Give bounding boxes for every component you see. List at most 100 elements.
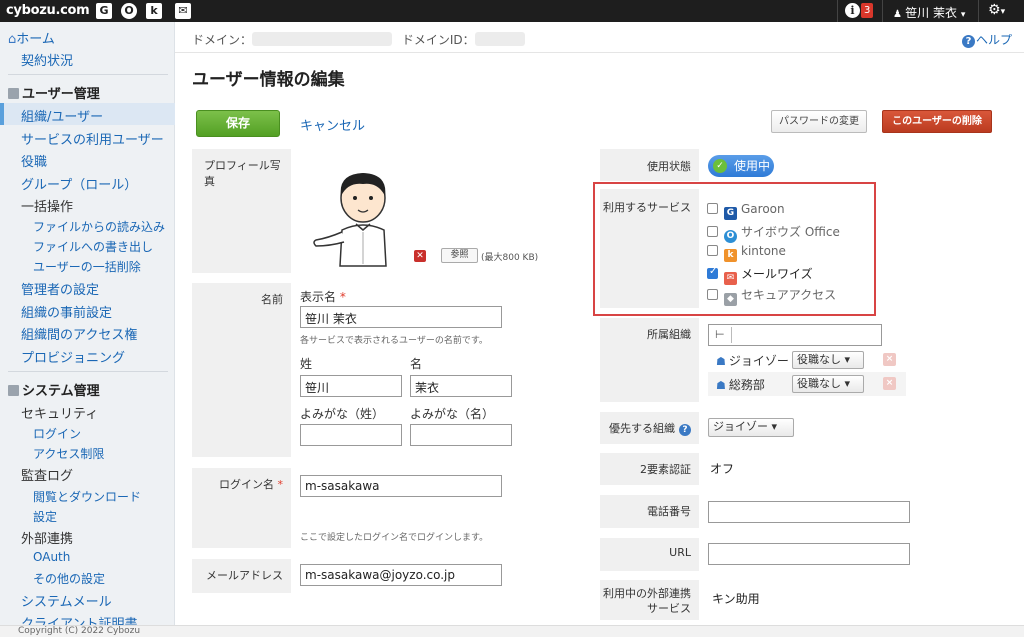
sidebar-item-audit-settings[interactable]: 設定 [33, 508, 57, 525]
org-icon: ☗ [716, 355, 726, 368]
last-kana-label: よみがな（姓） [300, 407, 385, 421]
email-input[interactable]: m-sasakawa@joyzo.co.jp [300, 564, 502, 586]
top-bar: cybozu.com G O k ✉ i 3 ♟ 笹川 茉衣 ▾ ⚙▾ [0, 0, 1024, 22]
sidebar-item-org-users[interactable]: 組織/ユーザー [21, 106, 103, 125]
browse-button[interactable]: 参照 [441, 248, 478, 263]
sidebar-item-system-mail[interactable]: システムメール [21, 591, 112, 610]
sidebar-item-bulk-delete[interactable]: ユーザーの一括削除 [33, 258, 141, 275]
service-name: Garoon [741, 202, 785, 216]
kintone-checkbox[interactable] [707, 245, 718, 256]
mail-icon[interactable]: ✉ [175, 3, 191, 19]
help-icon[interactable]: ? [679, 424, 691, 436]
phone-label-cell: 電話番号 [600, 495, 699, 528]
secure-access-checkbox[interactable] [707, 289, 718, 300]
domain-value-redacted [252, 32, 393, 46]
help-icon: ? [962, 35, 975, 48]
kintone-icon[interactable]: k [146, 3, 162, 19]
sidebar-item-provisioning[interactable]: プロビジョニング [21, 347, 125, 366]
last-name-input[interactable]: 笹川 [300, 375, 402, 397]
first-kana-input[interactable] [410, 424, 512, 446]
first-name-input[interactable]: 茉衣 [410, 375, 512, 397]
login-label: ログイン名 * [219, 478, 283, 491]
section-label: ユーザー管理 [22, 87, 100, 102]
remove-org-icon[interactable]: × [883, 377, 896, 390]
office-checkbox[interactable] [707, 226, 718, 237]
mailwise-checkbox[interactable] [707, 266, 718, 279]
role-dropdown[interactable]: 役職なし ▾ [792, 351, 864, 369]
external-services-label: 利用中の外部連携 サービス [603, 587, 691, 615]
secure-access-icon: ◆ [724, 293, 737, 306]
organization-search-input[interactable]: ⊢ [708, 324, 882, 346]
sidebar-item-contract[interactable]: 契約状況 [21, 50, 73, 69]
save-button[interactable]: 保存 [196, 110, 280, 137]
sidebar-item-access-restriction[interactable]: アクセス制限 [33, 445, 104, 462]
priority-label: 優先する組織? [609, 420, 691, 436]
change-password-button[interactable]: パスワードの変更 [771, 110, 867, 133]
two-factor-label-cell: 2要素認証 [600, 453, 699, 485]
service-row-office[interactable]: O サイボウズ Office [707, 223, 840, 243]
organization-label-cell: 所属組織 [600, 318, 699, 402]
priority-org-dropdown[interactable]: ジョイゾー ▾ [708, 418, 794, 437]
name-label: 名前 [261, 293, 283, 306]
remove-org-icon[interactable]: × [883, 353, 896, 366]
sidebar-item-service-users[interactable]: サービスの利用ユーザー [21, 129, 164, 148]
footer-copyright: Copyright (C) 2022 Cybozu [0, 625, 1024, 637]
sidebar-item-external: 外部連携 [21, 532, 74, 547]
sidebar-item-audit-view[interactable]: 閲覧とダウンロード [33, 488, 141, 505]
info-icon[interactable]: i [845, 3, 860, 18]
service-row-kintone[interactable]: k kintone [707, 244, 786, 262]
domain-id-redacted [474, 32, 525, 46]
sidebar-item-groups[interactable]: グループ（ロール） [21, 174, 137, 193]
service-row-secure-access[interactable]: ◆ セキュアアクセス [707, 286, 836, 306]
service-row-garoon[interactable]: G Garoon [707, 202, 785, 220]
sidebar-item-import[interactable]: ファイルからの読み込み [33, 218, 165, 235]
sidebar-item-oauth[interactable]: OAuth [33, 550, 70, 564]
display-name-input[interactable]: 笹川 茉衣 [300, 306, 502, 328]
chevron-down-icon: ▾ [960, 10, 966, 20]
settings-menu[interactable]: ⚙▾ [988, 2, 1005, 18]
sidebar-item-home[interactable]: ⌂ホーム [8, 28, 55, 47]
sidebar-item-export[interactable]: ファイルへの書き出し [33, 238, 153, 255]
sidebar-item-admins[interactable]: 管理者の設定 [21, 279, 99, 298]
url-label-cell: URL [600, 538, 699, 571]
login-label-cell: ログイン名 * [192, 468, 291, 548]
user-menu[interactable]: ♟ 笹川 茉衣 ▾ [893, 4, 965, 21]
email-label: メールアドレス [206, 569, 283, 582]
phone-input[interactable] [708, 501, 910, 523]
cancel-link[interactable]: キャンセル [300, 115, 365, 134]
page-title: ユーザー情報の編集 [192, 70, 345, 90]
notification-badge: 3 [861, 3, 874, 18]
org-row: ☗ 総務部 役職なし ▾ × [708, 372, 906, 396]
status-toggle[interactable]: ✓ 使用中 [708, 155, 774, 177]
url-input[interactable] [708, 543, 910, 565]
sidebar-item-org-access[interactable]: 組織間のアクセス権 [21, 324, 137, 343]
org-tree-icon[interactable]: ⊢ [715, 328, 725, 341]
last-kana-input[interactable] [300, 424, 402, 446]
sidebar-item-login[interactable]: ログイン [33, 425, 81, 442]
remove-photo-icon[interactable]: ✕ [414, 250, 426, 262]
gear-icon: ⚙ [988, 2, 1001, 18]
help-link[interactable]: ? ヘルプ [962, 31, 1012, 48]
service-row-mailwise[interactable]: ✉ メールワイズ [707, 265, 813, 285]
sidebar-item-other-settings[interactable]: その他の設定 [33, 570, 105, 587]
garoon-checkbox[interactable] [707, 203, 718, 214]
sidebar: ⌂ホーム 契約状況 ユーザー管理 組織/ユーザー サービスの利用ユーザー 役職 … [0, 22, 175, 632]
domain-info: ドメイン： ドメインID： [192, 31, 525, 48]
sidebar-section-user-management: ユーザー管理 [8, 83, 100, 102]
login-name-input[interactable]: m-sasakawa [300, 475, 502, 497]
cybozu-logo[interactable]: cybozu.com [6, 3, 90, 18]
role-dropdown[interactable]: 役職なし ▾ [792, 375, 864, 393]
delete-user-button[interactable]: このユーザーの削除 [882, 110, 992, 133]
sidebar-item-org-presets[interactable]: 組織の事前設定 [21, 302, 112, 321]
office-icon[interactable]: O [121, 3, 137, 19]
sidebar-item-titles[interactable]: 役職 [21, 151, 47, 170]
login-hint: ここで設定したログイン名でログインします。 [300, 533, 489, 543]
service-name: セキュアアクセス [741, 288, 837, 302]
sidebar-section-system: システム管理 [8, 380, 100, 399]
garoon-icon[interactable]: G [96, 3, 112, 19]
service-name: サイボウズ Office [741, 225, 840, 239]
divider [8, 371, 168, 372]
org-icon: ☗ [716, 379, 726, 392]
profile-photo-label-cell: プロフィール写真 [192, 149, 291, 273]
priority-value: ジョイゾー [713, 420, 768, 433]
